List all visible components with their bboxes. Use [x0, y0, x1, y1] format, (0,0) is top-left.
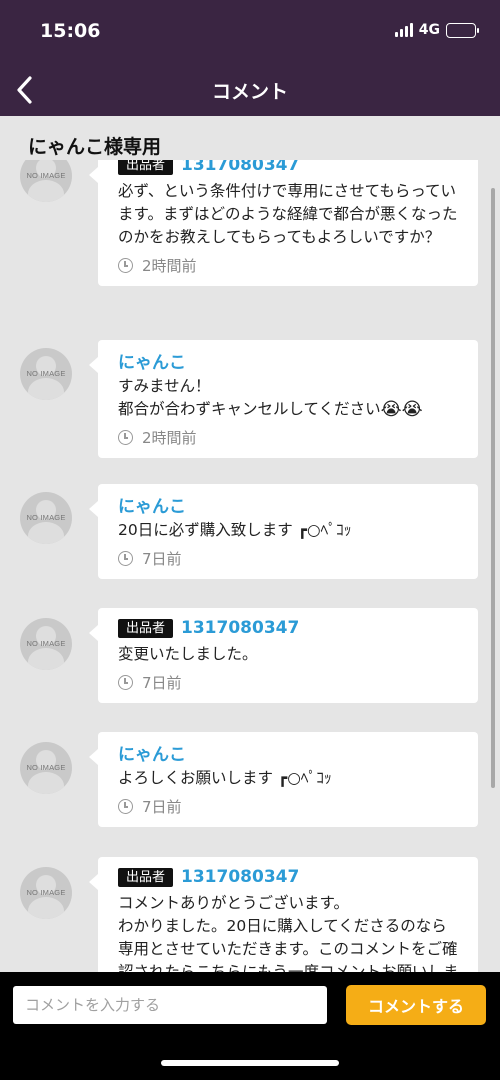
submit-comment-button[interactable]: コメントする: [346, 985, 486, 1025]
comment-text: 20日に必ず購入致します ┏○ﾍﾟｺｯ: [118, 521, 352, 539]
clock-icon: [118, 430, 133, 445]
comment-bubble: 出品者 1317080347 変更いたしました。 7日前: [89, 608, 478, 703]
seller-badge: 出品者: [118, 867, 174, 887]
comment-author[interactable]: にゃんこ: [118, 492, 186, 517]
comment-bubble: 出品者 1317080347 必ず、という条件付けで専用にさせてもらっています。ま…: [89, 160, 478, 286]
comment-author[interactable]: にゃんこ: [118, 348, 186, 373]
avatar[interactable]: NO IMAGE: [20, 867, 72, 919]
status-bar: 15:06 4G: [0, 0, 500, 64]
clock-icon: [118, 799, 133, 814]
comment-text: よろしくお願いします ┏○ﾍﾟｺｯ: [118, 769, 332, 787]
comment-bubble: にゃんこ よろしくお願いします ┏○ﾍﾟｺｯ 7日前: [89, 732, 478, 827]
comment-author[interactable]: 1317080347: [181, 867, 299, 887]
battery-icon: [446, 22, 479, 38]
comment-time: 2時間前: [142, 257, 197, 275]
status-indicators: 4G: [394, 22, 479, 38]
avatar[interactable]: NO IMAGE: [20, 618, 72, 670]
signal-icon: [394, 23, 413, 37]
avatar[interactable]: NO IMAGE: [20, 160, 72, 202]
home-indicator: [161, 1060, 339, 1066]
comment-input[interactable]: [13, 986, 327, 1024]
seller-badge: 出品者: [118, 618, 174, 638]
avatar[interactable]: NO IMAGE: [20, 742, 72, 794]
comment-time: 7日前: [142, 674, 182, 692]
comment-thread[interactable]: NO IMAGE 出品者 1317080347 必ず、という条件付けで専用にさせて…: [0, 160, 500, 972]
nav-bar: コメント: [0, 64, 500, 116]
comment-bubble: にゃんこ 20日に必ず購入致します ┏○ﾍﾟｺｯ 7日前: [89, 484, 478, 579]
comment-text: 必ず、という条件付けで専用にさせてもらっています。まずはどのような経緯で都合が悪…: [118, 182, 458, 246]
section-title: にゃんこ様専用: [28, 136, 162, 158]
comment-bubble: 出品者 1317080347 コメントありがとうございます。 わかりました。20日…: [89, 857, 478, 972]
comment-text: コメントありがとうございます。 わかりました。20日に購入してくださるのなら専用…: [118, 894, 459, 972]
comment-text: 変更いたしました。: [118, 645, 258, 663]
clock-icon: [118, 675, 133, 690]
comment-time: 7日前: [142, 550, 182, 568]
network-type: 4G: [418, 22, 440, 38]
clock-icon: [118, 258, 133, 273]
comment-time: 2時間前: [142, 429, 197, 447]
page-title: コメント: [211, 81, 288, 103]
clock-icon: [118, 551, 133, 566]
scrollbar[interactable]: [491, 188, 495, 788]
comment-composer: コメントする: [0, 972, 500, 1080]
comment-author[interactable]: 1317080347: [181, 160, 299, 175]
avatar[interactable]: NO IMAGE: [20, 492, 72, 544]
comment-author[interactable]: 1317080347: [181, 618, 299, 638]
seller-badge: 出品者: [118, 160, 174, 175]
status-time: 15:06: [40, 20, 101, 42]
comment-text: すみません！ 都合が合わずキャンセルしてください😭😭: [118, 377, 423, 420]
crying-emoji-icon: 😭😭: [380, 399, 423, 420]
avatar[interactable]: NO IMAGE: [20, 348, 72, 400]
comment-author[interactable]: にゃんこ: [118, 740, 186, 765]
comment-bubble: にゃんこ すみません！ 都合が合わずキャンセルしてください😭😭 2時間前: [89, 340, 478, 458]
comment-time: 7日前: [142, 798, 182, 816]
